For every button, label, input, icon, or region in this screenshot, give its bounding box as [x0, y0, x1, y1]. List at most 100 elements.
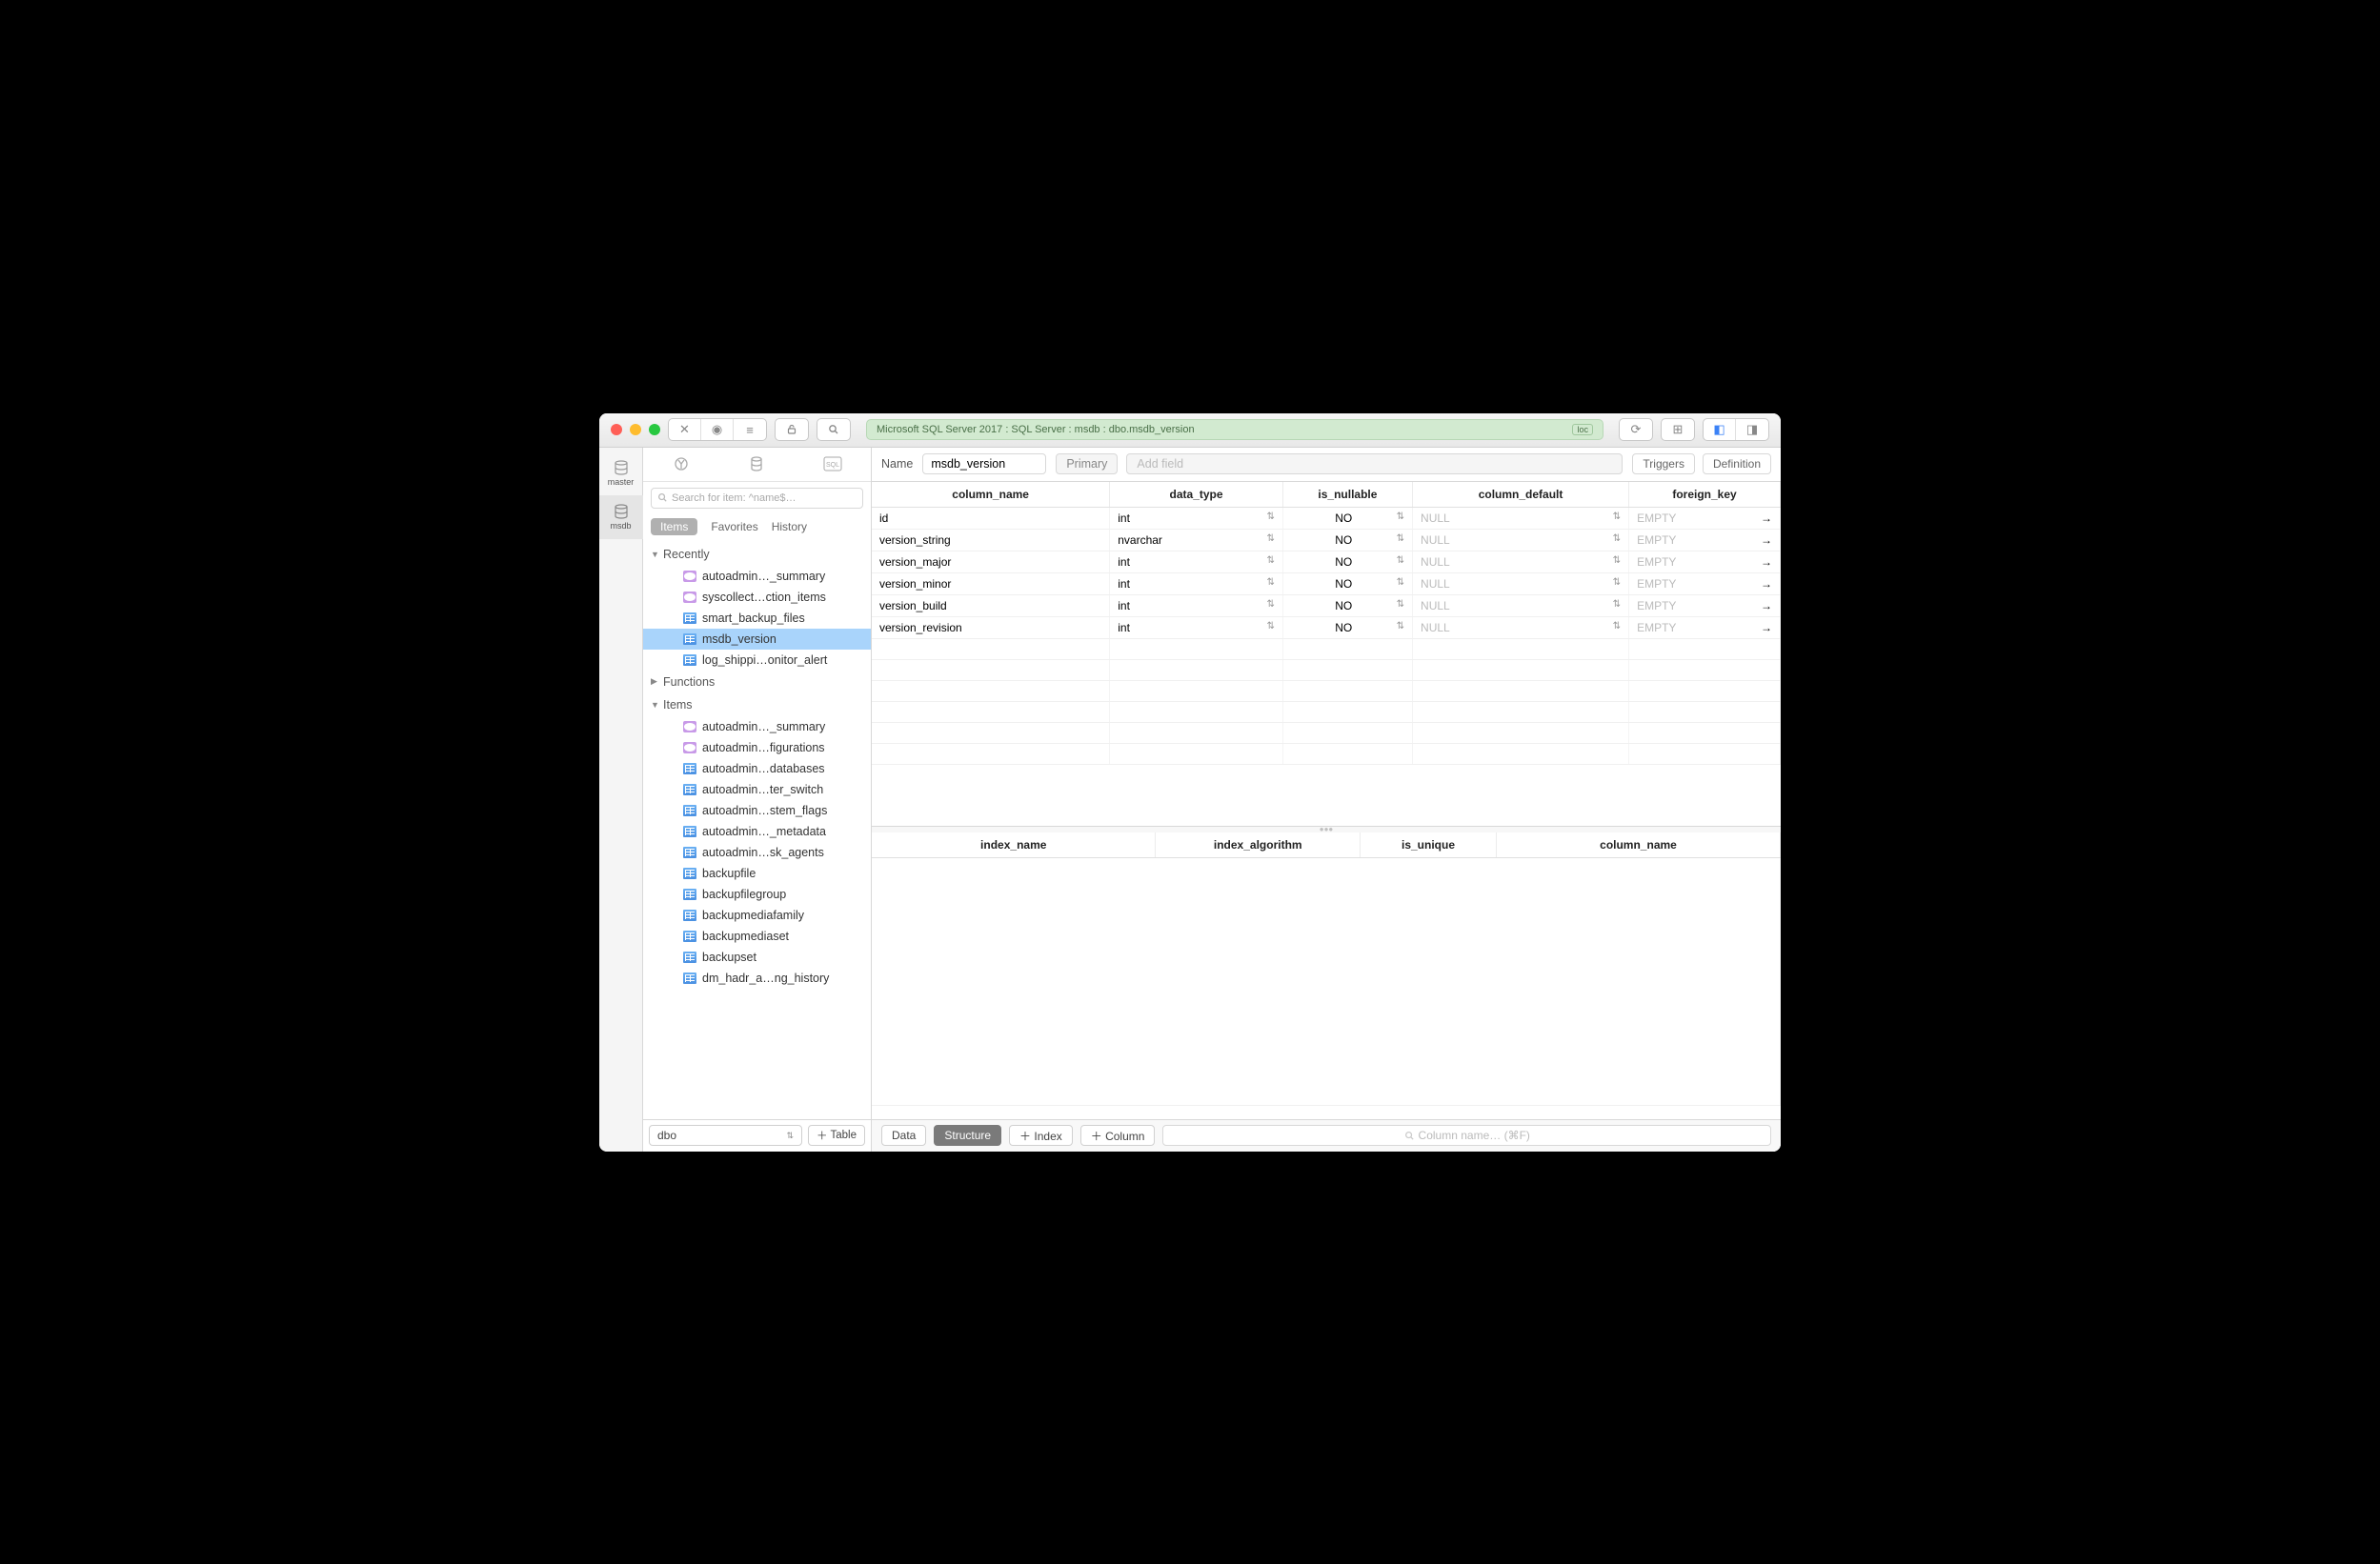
segment-items[interactable]: Items — [651, 518, 697, 535]
sql-icon[interactable]: SQL — [823, 456, 842, 471]
tree-item[interactable]: backupfile — [643, 863, 871, 884]
body: master msdb SQL Search — [599, 448, 1781, 1152]
sidebar-segmented: Items Favorites History — [651, 518, 863, 535]
tree-group-header[interactable]: ▶Functions — [643, 671, 871, 693]
grid-view-button[interactable]: ⊞ — [1662, 419, 1694, 440]
add-column-button[interactable]: ＋ Column — [1080, 1125, 1156, 1146]
tree-group-header[interactable]: ▼Items — [643, 693, 871, 716]
tree-item[interactable]: autoadmin…ter_switch — [643, 779, 871, 800]
table-row[interactable]: version_major int⇅ NO ⇅ NULL⇅ EMPTY → — [872, 551, 1781, 572]
location-badge: loc — [1572, 424, 1593, 435]
toolbar-right: ⟳ ⊞ ◧ ◨ — [1619, 418, 1769, 441]
titlebar: ✕ ◉ ≡ Microsoft SQL Server 2017 : SQL Se… — [599, 413, 1781, 448]
view-icon — [683, 721, 696, 732]
idx-header-algo[interactable]: index_algorithm — [1156, 832, 1361, 858]
main-pane: Name Primary Add field Triggers Definiti… — [872, 448, 1781, 1152]
table-row[interactable]: id int⇅ NO ⇅ NULL⇅ EMPTY → — [872, 507, 1781, 529]
search-icon[interactable] — [817, 419, 850, 440]
left-panel-toggle[interactable]: ◧ — [1704, 419, 1736, 440]
connection-icon[interactable] — [673, 455, 690, 472]
idx-header-name[interactable]: index_name — [872, 832, 1156, 858]
stop-button[interactable]: ✕ — [669, 419, 701, 440]
sidebar-search[interactable]: Search for item: ^name$… — [651, 488, 863, 509]
sidebar-mode-tabs: SQL — [643, 448, 871, 482]
tree-item[interactable]: backupset — [643, 947, 871, 968]
filter-placeholder: Column name… (⌘F) — [1419, 1129, 1530, 1142]
tree-item[interactable]: autoadmin…databases — [643, 758, 871, 779]
db-tab-master[interactable]: master — [599, 451, 643, 495]
tree-group-header[interactable]: ▼Recently — [643, 543, 871, 566]
content-area: column_name data_type is_nullable column… — [872, 482, 1781, 1119]
tab-data[interactable]: Data — [881, 1125, 926, 1146]
sidebar-tree[interactable]: ▼Recentlyautoadmin…_summarysyscollect…ct… — [643, 543, 871, 1119]
lock-icon[interactable] — [776, 419, 808, 440]
idx-header-col[interactable]: column_name — [1497, 832, 1781, 858]
tree-item[interactable]: backupmediafamily — [643, 905, 871, 926]
add-index-button[interactable]: ＋ Index — [1009, 1125, 1073, 1146]
tree-item[interactable]: dm_hadr_a…ng_history — [643, 968, 871, 989]
preview-button[interactable]: ◉ — [701, 419, 734, 440]
columns-table-wrap[interactable]: column_name data_type is_nullable column… — [872, 482, 1781, 827]
right-panel-toggle[interactable]: ◨ — [1736, 419, 1768, 440]
tree-item-label: log_shippi…onitor_alert — [702, 653, 827, 667]
idx-header-unique[interactable]: is_unique — [1361, 832, 1497, 858]
table-row[interactable]: version_minor int⇅ NO ⇅ NULL⇅ EMPTY → — [872, 572, 1781, 594]
zoom-window-button[interactable] — [649, 424, 660, 435]
col-header-type[interactable]: data_type — [1110, 482, 1283, 508]
col-header-fk[interactable]: foreign_key — [1629, 482, 1781, 508]
search-icon — [1404, 1131, 1415, 1141]
database-strip: master msdb — [599, 448, 643, 1152]
db-tab-msdb[interactable]: msdb — [599, 495, 643, 539]
triggers-button[interactable]: Triggers — [1632, 453, 1695, 474]
table-icon — [683, 931, 696, 942]
tree-item[interactable]: log_shippi…onitor_alert — [643, 650, 871, 671]
col-header-name[interactable]: column_name — [872, 482, 1110, 508]
tree-item[interactable]: backupmediaset — [643, 926, 871, 947]
segment-favorites[interactable]: Favorites — [711, 520, 757, 533]
view-icon — [683, 592, 696, 603]
table-icon — [683, 612, 696, 624]
tree-item-label: dm_hadr_a…ng_history — [702, 972, 829, 985]
add-table-label: Table — [831, 1130, 857, 1141]
refresh-button[interactable]: ⟳ — [1620, 419, 1652, 440]
tree-item[interactable]: autoadmin…figurations — [643, 737, 871, 758]
breadcrumb-bar[interactable]: Microsoft SQL Server 2017 : SQL Server :… — [866, 419, 1603, 440]
tree-item[interactable]: autoadmin…_summary — [643, 566, 871, 587]
close-window-button[interactable] — [611, 424, 622, 435]
schema-select[interactable]: dbo ⇅ — [649, 1125, 802, 1146]
indexes-table-wrap[interactable]: index_name index_algorithm is_unique col… — [872, 832, 1781, 1119]
definition-button[interactable]: Definition — [1703, 453, 1771, 474]
column-filter-input[interactable]: Column name… (⌘F) — [1162, 1125, 1771, 1146]
db-tab-label: master — [608, 477, 635, 487]
col-header-nullable[interactable]: is_nullable — [1282, 482, 1412, 508]
tree-item[interactable]: backupfilegroup — [643, 884, 871, 905]
tree-item[interactable]: syscollect…ction_items — [643, 587, 871, 608]
window-controls — [611, 424, 660, 435]
col-header-default[interactable]: column_default — [1413, 482, 1629, 508]
tree-item-label: backupmediaset — [702, 930, 789, 943]
toolbar-group-left: ✕ ◉ ≡ — [668, 418, 767, 441]
add-table-button[interactable]: ＋ Table — [808, 1125, 865, 1146]
tree-item-label: backupfilegroup — [702, 888, 786, 901]
table-row[interactable]: version_build int⇅ NO ⇅ NULL⇅ EMPTY → — [872, 594, 1781, 616]
tree-item[interactable]: autoadmin…sk_agents — [643, 842, 871, 863]
tree-item[interactable]: smart_backup_files — [643, 608, 871, 629]
minimize-window-button[interactable] — [630, 424, 641, 435]
tree-item[interactable]: autoadmin…stem_flags — [643, 800, 871, 821]
tree-item[interactable]: msdb_version — [643, 629, 871, 650]
search-icon — [657, 492, 668, 503]
add-field-input[interactable]: Add field — [1126, 453, 1623, 474]
database-icon[interactable] — [748, 455, 765, 472]
table-row[interactable]: version_revision int⇅ NO ⇅ NULL⇅ EMPTY → — [872, 616, 1781, 638]
segment-history[interactable]: History — [772, 520, 807, 533]
tree-item[interactable]: autoadmin…_metadata — [643, 821, 871, 842]
lock-button-group — [775, 418, 809, 441]
list-button[interactable]: ≡ — [734, 419, 766, 440]
tab-structure[interactable]: Structure — [934, 1125, 1001, 1146]
primary-pill[interactable]: Primary — [1056, 453, 1118, 474]
table-row[interactable]: version_string nvarchar⇅ NO ⇅ NULL⇅ EMPT… — [872, 529, 1781, 551]
tree-item[interactable]: autoadmin…_summary — [643, 716, 871, 737]
table-name-input[interactable] — [922, 453, 1046, 474]
app-window: ✕ ◉ ≡ Microsoft SQL Server 2017 : SQL Se… — [599, 413, 1781, 1152]
breadcrumb-text: Microsoft SQL Server 2017 : SQL Server :… — [877, 424, 1195, 435]
